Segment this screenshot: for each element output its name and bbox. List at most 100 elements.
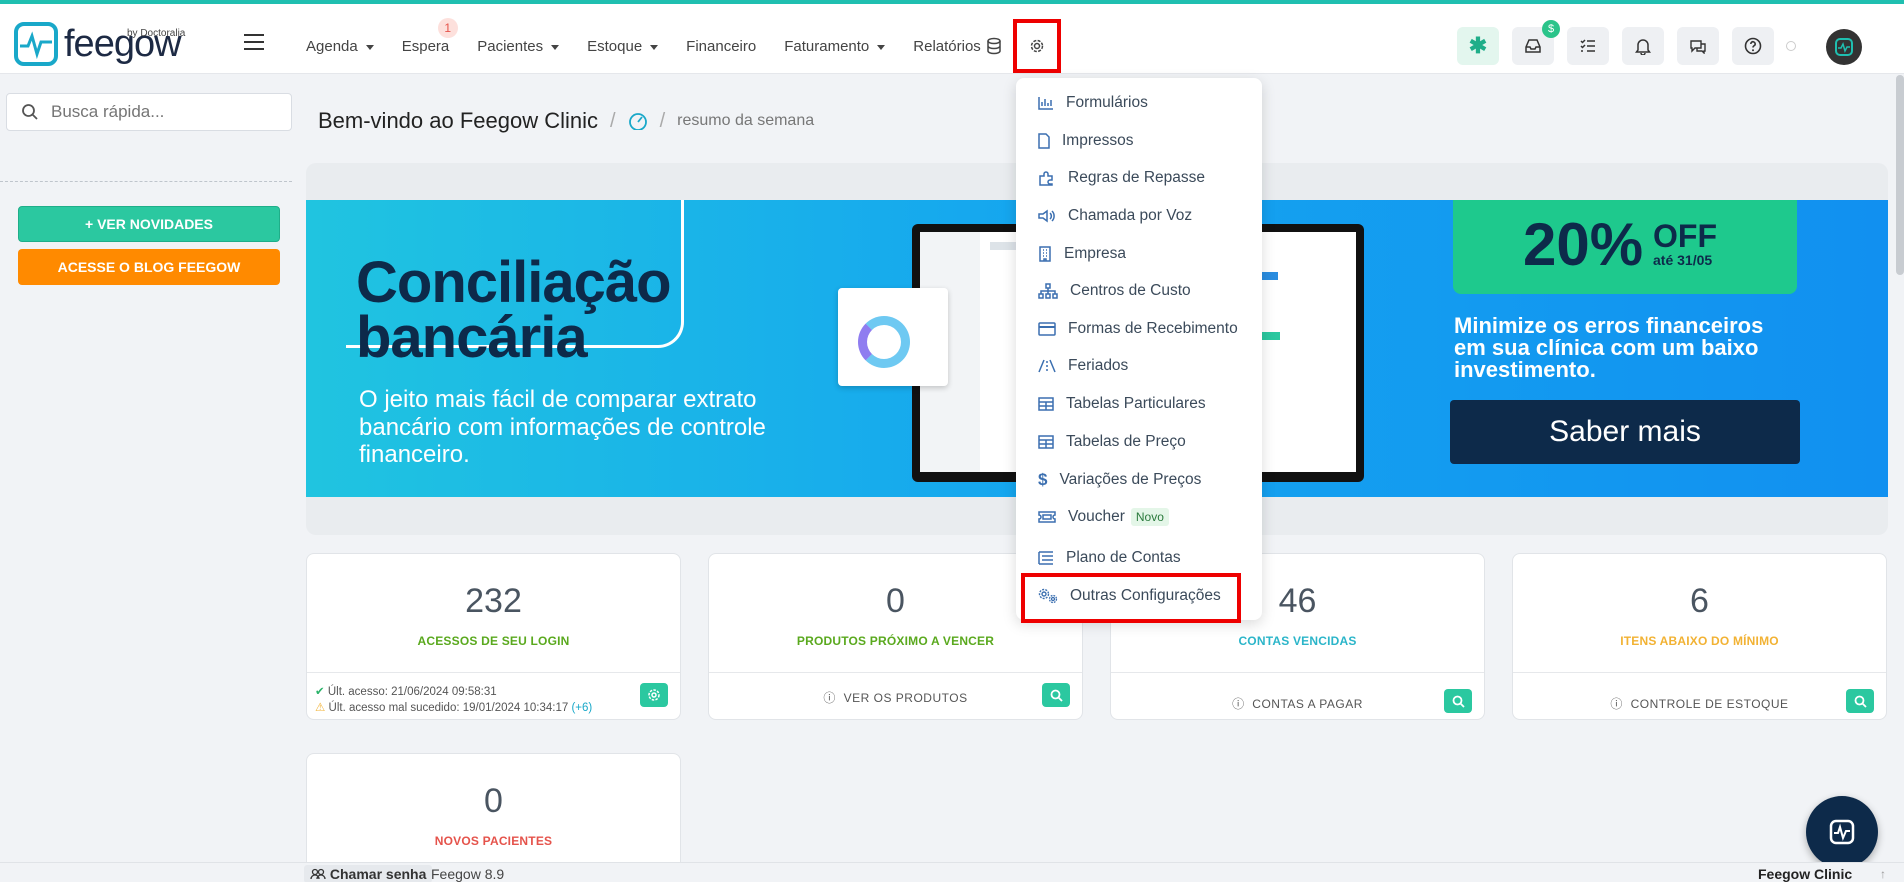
page-title: Bem-vindo ao Feegow Clinic [318,108,599,133]
search-icon [1452,695,1465,708]
menu-item-centros-custo[interactable]: Centros de Custo [1038,282,1191,300]
bell-icon [1635,39,1651,55]
top-bar: feegow by Doctoralia Agenda Espera 1 Paci… [0,0,1904,74]
chat-button[interactable] [1677,27,1719,65]
feegow-mark-icon [1835,38,1853,56]
file-icon [1038,133,1050,149]
news-button[interactable]: + VER NOVIDADES [18,206,280,242]
info-icon: ⓘ [823,691,836,705]
notifications-button[interactable] [1622,27,1664,65]
chart-icon [1038,97,1053,110]
users-icon [310,868,326,880]
inbox-icon [1525,39,1541,53]
dashboard-icon[interactable] [628,112,648,130]
status-indicator [1786,41,1796,51]
database-icon[interactable] [986,37,1002,55]
menu-item-tabelas-preco[interactable]: Tabelas de Preço [1038,433,1186,451]
road-icon [1038,359,1056,373]
search-button[interactable] [1444,689,1472,713]
menu-item-tabelas-particulares[interactable]: Tabelas Particulares [1038,395,1206,413]
user-avatar[interactable] [1826,29,1862,65]
promo-discount: 20% OFF até 31/05 [1453,200,1797,294]
nav-pacientes[interactable]: Pacientes [477,38,560,55]
menu-item-variacoes-precos[interactable]: $ Variações de Preços [1038,470,1201,490]
footer-bar: Chamar senha Feegow 8.9 Feegow Clinic ↑ [0,862,1904,882]
asterisk-button[interactable]: ✱ [1457,27,1499,65]
new-badge: Novo [1130,508,1169,526]
feegow-mark-icon [1829,819,1855,845]
warning-icon: ⚠ [315,702,326,715]
settings-button[interactable] [1013,19,1061,73]
menu-item-feriados[interactable]: Feriados [1038,357,1128,375]
banner-donut-chart [838,288,948,386]
chat-fab-button[interactable] [1806,796,1878,868]
learn-more-button[interactable]: Saber mais [1450,400,1800,464]
nav-agenda[interactable]: Agenda [306,38,374,55]
inbox-button[interactable]: $ [1512,20,1560,65]
menu-item-empresa[interactable]: Empresa [1038,245,1126,263]
banner-subtitle: O jeito mais fácil de comparar extrato b… [359,386,766,469]
stat-footer-link[interactable]: ⓘ CONTAS A PAGAR [1111,695,1484,712]
gear-icon [648,689,660,701]
caret-down-icon [551,44,560,50]
chat-icon [1690,40,1706,54]
gear-icon [1030,39,1044,53]
sitemap-icon [1038,283,1058,299]
table-icon [1038,397,1054,411]
scroll-up-icon[interactable]: ↑ [1880,867,1886,881]
stat-card-patients: 0 NOVOS PACIENTES [306,753,681,863]
feegow-logo[interactable]: feegow by Doctoralia [14,22,185,66]
quick-search[interactable] [6,93,292,131]
stat-card-stock: 6 ITENS ABAIXO DO MÍNIMO ⓘ CONTROLE DE E… [1512,553,1887,720]
search-icon [1050,689,1063,702]
footer-brand: Feegow Clinic [1758,866,1853,882]
breadcrumb: Bem-vindo ao Feegow Clinic / / resumo da… [318,108,814,134]
help-icon [1744,37,1762,55]
menu-item-plano-contas[interactable]: Plano de Contas [1038,549,1181,567]
asterisk-icon: ✱ [1468,33,1488,58]
help-button[interactable] [1732,27,1774,65]
menu-item-chamada-voz[interactable]: Chamada por Voz [1038,207,1192,225]
building-icon [1039,246,1051,262]
stat-footer-link[interactable]: ⓘ VER OS PRODUTOS [709,689,1082,706]
list-icon [1038,551,1053,565]
info-icon: ⓘ [1610,697,1623,711]
tasks-button[interactable] [1567,27,1609,65]
search-input[interactable] [51,102,281,122]
blog-button[interactable]: ACESSE O BLOG FEEGOW [18,249,280,285]
menu-item-regras-repasse[interactable]: Regras de Repasse [1038,169,1205,187]
breadcrumb-current: resumo da semana [677,112,815,129]
page-scrollbar[interactable] [1896,75,1904,275]
call-ticket-button[interactable]: Chamar senha [304,865,433,882]
logo-icon [14,22,58,66]
menu-toggle-icon[interactable] [244,34,264,55]
search-button[interactable] [1846,689,1874,713]
banner-title: Conciliação bancária [356,250,672,371]
main-nav: Agenda Espera 1 Pacientes Estoque Finance… [306,18,1009,55]
settings-dropdown: Formulários Impressos Regras de Repasse … [1016,78,1262,620]
nav-espera[interactable]: Espera 1 [402,18,458,55]
notification-badge: 1 [437,18,458,38]
nav-faturamento[interactable]: Faturamento [784,38,886,55]
search-button[interactable] [1042,683,1070,707]
caret-down-icon [877,44,886,50]
nav-estoque[interactable]: Estoque [587,38,659,55]
search-icon [1854,695,1867,708]
menu-item-voucher[interactable]: Voucher Novo [1038,508,1169,526]
login-settings-button[interactable] [640,683,668,707]
logo-byline: by Doctoralia [127,28,186,39]
breadcrumb-separator: / [659,109,666,132]
table-icon [1038,435,1054,449]
login-info: ✔ Últ. acesso: 21/06/2024 09:58:31 ⚠ Últ… [315,686,593,715]
caret-down-icon [650,44,659,50]
header-actions: ✱ $ [1457,20,1787,65]
menu-item-formas-recebimento[interactable]: Formas de Recebimento [1038,320,1238,338]
menu-item-formularios[interactable]: Formulários [1038,94,1148,112]
search-icon [22,104,38,120]
caret-down-icon [365,44,374,50]
menu-item-impressos[interactable]: Impressos [1038,132,1134,150]
stat-footer-link[interactable]: ⓘ CONTROLE DE ESTOQUE [1513,695,1886,712]
nav-relatorios[interactable]: Relatórios [913,38,981,55]
ticket-icon [1038,511,1056,523]
nav-financeiro[interactable]: Financeiro [686,38,756,55]
